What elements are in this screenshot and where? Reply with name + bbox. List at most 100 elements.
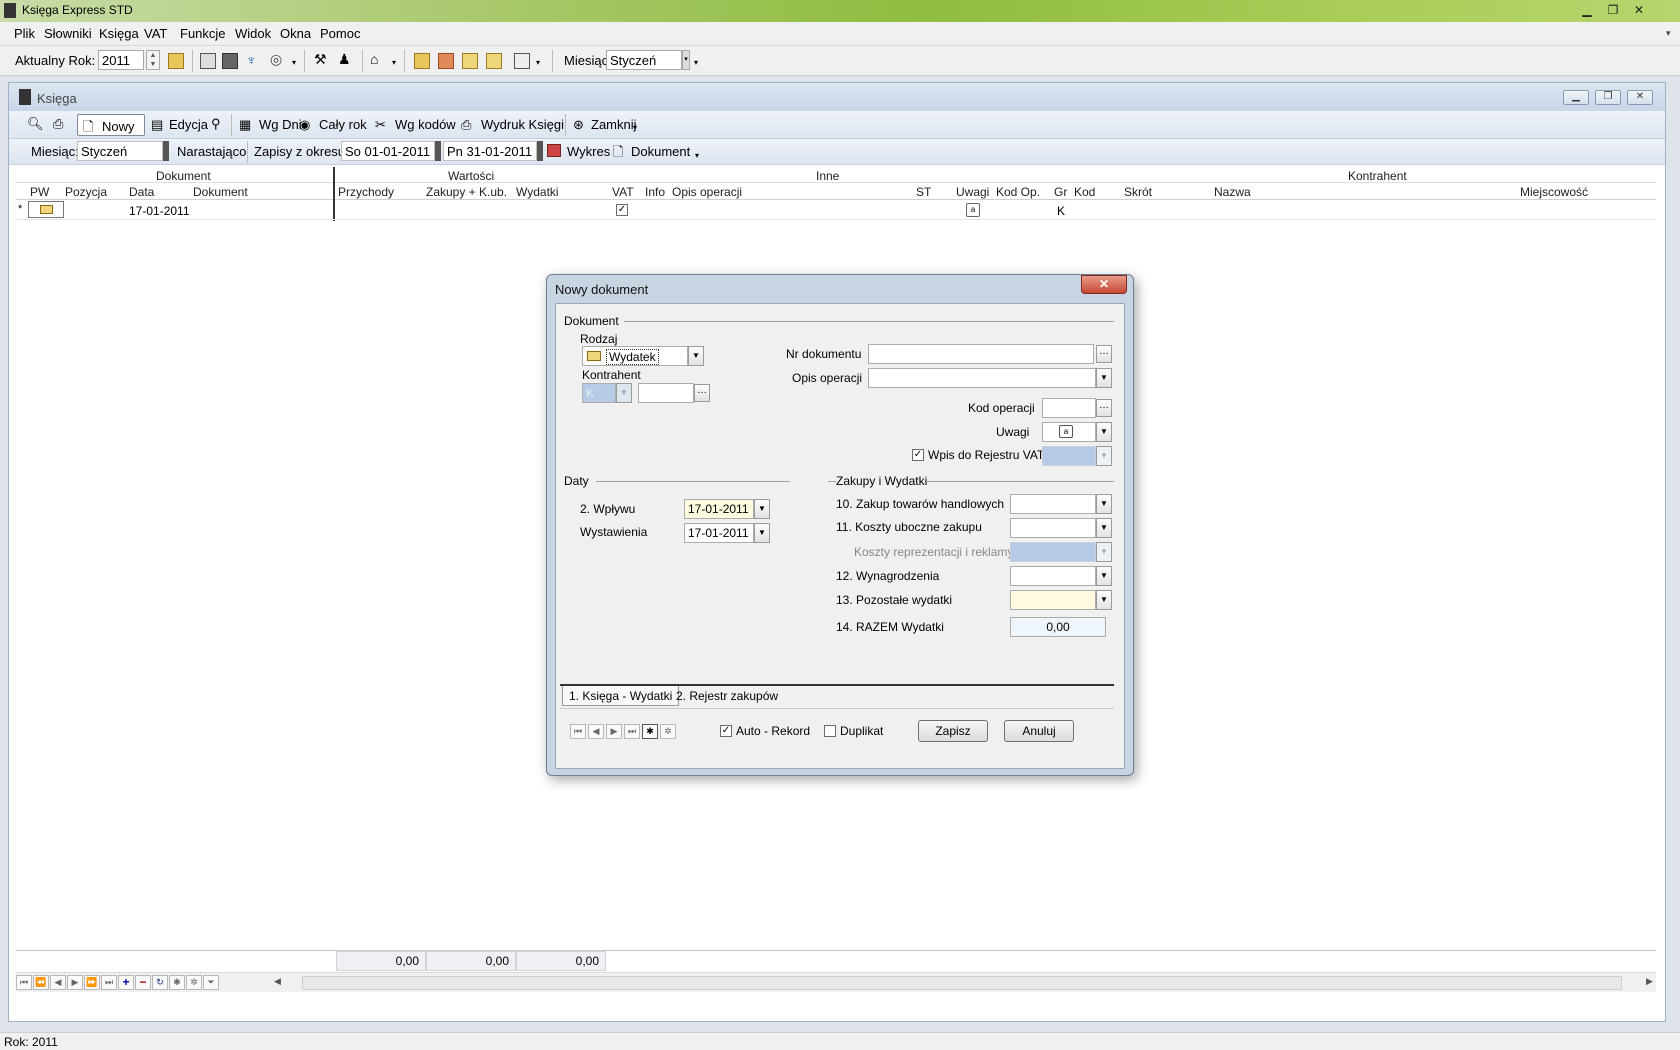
vat-register-select[interactable] bbox=[1042, 446, 1096, 466]
print-book-button[interactable]: ⎙ Wydruk Księgi bbox=[461, 116, 565, 134]
col-nazwa[interactable]: Nazwa bbox=[1214, 185, 1251, 199]
document-button[interactable]: 🗋 Dokument bbox=[613, 143, 699, 161]
type-dropdown-icon[interactable]: ▼ bbox=[688, 346, 704, 366]
restore-icon[interactable]: ❐ bbox=[1602, 2, 1624, 19]
child-close-icon[interactable]: ✕ bbox=[1627, 90, 1653, 105]
row-date[interactable]: 17-01-2011 bbox=[129, 204, 190, 218]
filter-icon[interactable]: ♆ bbox=[246, 53, 262, 69]
month-filter-select[interactable]: Styczeń bbox=[77, 141, 163, 161]
date-issue-input[interactable]: 17-01-2011 bbox=[684, 523, 754, 543]
horizontal-scrollbar[interactable] bbox=[302, 976, 1622, 990]
scroll-right-icon[interactable]: ▶ bbox=[1646, 976, 1653, 987]
col-miejscowosc[interactable]: Miejscowość bbox=[1520, 185, 1588, 199]
col-st[interactable]: ST bbox=[916, 185, 931, 199]
col-info[interactable]: Info bbox=[645, 185, 665, 199]
contractor-group-dropdown-icon[interactable]: ▼ bbox=[616, 383, 632, 403]
menu-vat[interactable]: VAT bbox=[144, 26, 167, 41]
col-kod[interactable]: Kod bbox=[1074, 185, 1095, 199]
col-wydatki[interactable]: Wydatki bbox=[516, 185, 559, 199]
dlg-asterisk-icon[interactable]: ✱ bbox=[642, 724, 658, 739]
funnel-icon[interactable]: ⏷ bbox=[203, 975, 219, 990]
op-code-input[interactable] bbox=[1042, 398, 1096, 418]
save-icon[interactable] bbox=[222, 53, 238, 69]
f11-input[interactable] bbox=[1010, 518, 1096, 538]
row-gr[interactable]: K bbox=[1057, 204, 1065, 218]
op-desc-select[interactable] bbox=[868, 368, 1096, 388]
f13-input[interactable] bbox=[1010, 590, 1096, 610]
col-przychody[interactable]: Przychody bbox=[338, 185, 394, 199]
asterisk-alt-icon[interactable]: ✲ bbox=[186, 975, 202, 990]
by-days-button[interactable]: ▦ Wg Dni bbox=[239, 116, 303, 134]
book-icon[interactable] bbox=[414, 53, 430, 69]
frep-dropdown-icon[interactable]: ▼ bbox=[1096, 542, 1112, 562]
contractor-input[interactable] bbox=[638, 383, 694, 403]
minimize-icon[interactable]: ▁ bbox=[1576, 2, 1598, 19]
dlg-prev-icon[interactable]: ◀ bbox=[588, 724, 604, 739]
child-minimize-icon[interactable]: ▁ bbox=[1563, 90, 1589, 105]
month-dropdown-icon[interactable]: ▾ bbox=[682, 50, 690, 70]
refresh-icon[interactable]: ↻ bbox=[152, 975, 168, 990]
filter-clear-icon[interactable]: ⚲ bbox=[211, 117, 227, 133]
view-icon[interactable]: ◎ bbox=[270, 52, 286, 68]
f10-dropdown-icon[interactable]: ▼ bbox=[1096, 494, 1112, 514]
dropdown-arrow-icon[interactable]: ▾ bbox=[392, 58, 396, 67]
person-icon[interactable]: ♟ bbox=[338, 52, 354, 68]
dropdown-arrow-icon[interactable]: ▾ bbox=[633, 123, 637, 132]
contractor-browse-button[interactable]: … bbox=[694, 384, 710, 402]
col-pozycja[interactable]: Pozycja bbox=[65, 185, 107, 199]
menu-okna[interactable]: Okna bbox=[280, 26, 311, 41]
close-icon[interactable]: ✕ bbox=[1628, 2, 1650, 19]
vat-register-dropdown-icon[interactable]: ▼ bbox=[1096, 446, 1112, 466]
col-zakupy[interactable]: Zakupy + K.ub. bbox=[426, 185, 507, 199]
tools-icon[interactable]: ⚒ bbox=[314, 52, 330, 68]
contractor-group-select[interactable]: K bbox=[582, 383, 616, 403]
doc-no-input[interactable] bbox=[868, 344, 1094, 364]
prev-record-icon[interactable]: ◀ bbox=[50, 975, 66, 990]
menu-overflow-icon[interactable]: ▾ bbox=[1666, 28, 1671, 39]
cancel-button[interactable]: Anuluj bbox=[1004, 720, 1074, 742]
col-uwagi[interactable]: Uwagi bbox=[956, 185, 989, 199]
dlg-first-icon[interactable]: ⏮ bbox=[570, 724, 586, 739]
save-button[interactable]: Zapisz bbox=[918, 720, 988, 742]
dropdown-arrow-icon[interactable]: ▾ bbox=[536, 58, 540, 67]
row-vat-checkbox[interactable]: ✓ bbox=[616, 204, 628, 216]
register-icon[interactable] bbox=[438, 53, 454, 69]
f10-input[interactable] bbox=[1010, 494, 1096, 514]
col-dokument[interactable]: Dokument bbox=[193, 185, 248, 199]
tab-rejestr-zakupow[interactable]: 2. Rejestr zakupów bbox=[670, 686, 784, 706]
notes-select[interactable]: a bbox=[1042, 422, 1096, 442]
last-record-icon[interactable]: ⏭ bbox=[101, 975, 117, 990]
year-spinner[interactable]: ▲ ▼ bbox=[146, 50, 160, 70]
menu-plik[interactable]: Plik bbox=[14, 26, 35, 41]
date-from-input[interactable]: So 01-01-2011 bbox=[341, 141, 435, 161]
print-icon[interactable]: ⎙ bbox=[53, 117, 69, 133]
doc-no-browse-button[interactable]: … bbox=[1096, 345, 1112, 363]
dropdown-arrow-icon[interactable]: ▾ bbox=[695, 151, 699, 160]
dlg-next-icon[interactable]: ▶ bbox=[606, 724, 622, 739]
date-inflow-dropdown-icon[interactable]: ▼ bbox=[754, 499, 770, 519]
tab-ksiega-wydatki[interactable]: 1. Księga - Wydatki bbox=[562, 686, 680, 706]
month-filter-dropdown-icon[interactable] bbox=[163, 141, 169, 161]
menu-widok[interactable]: Widok bbox=[235, 26, 271, 41]
document-icon[interactable] bbox=[514, 53, 530, 69]
col-vat[interactable]: VAT bbox=[612, 185, 634, 199]
new-button[interactable]: 🗋 Nowy bbox=[77, 114, 145, 136]
type-select[interactable]: Wydatek bbox=[582, 346, 688, 366]
date-inflow-input[interactable]: 17-01-2011 bbox=[684, 499, 754, 519]
folder-add-icon[interactable] bbox=[486, 53, 502, 69]
op-code-browse-button[interactable]: … bbox=[1096, 399, 1112, 417]
col-opis[interactable]: Opis operacji bbox=[672, 185, 742, 199]
table-row[interactable]: * 17-01-2011 ✓ a K bbox=[16, 200, 1656, 220]
dropdown-arrow-icon[interactable]: ▾ bbox=[292, 58, 296, 67]
date-from-dropdown-icon[interactable] bbox=[435, 141, 441, 161]
menu-ksiega[interactable]: Księga bbox=[99, 26, 139, 41]
duplicate-checkbox[interactable] bbox=[824, 725, 836, 737]
preview-icon[interactable]: 🔍︎ bbox=[27, 117, 44, 133]
col-data[interactable]: Data bbox=[129, 185, 154, 199]
menu-funkcje[interactable]: Funkcje bbox=[180, 26, 226, 41]
op-desc-dropdown-icon[interactable]: ▼ bbox=[1096, 368, 1112, 388]
f11-dropdown-icon[interactable]: ▼ bbox=[1096, 518, 1112, 538]
dropdown-arrow-icon[interactable]: ▾ bbox=[694, 58, 698, 67]
col-gr[interactable]: Gr bbox=[1054, 185, 1067, 199]
notes-icon[interactable]: a bbox=[966, 203, 980, 217]
